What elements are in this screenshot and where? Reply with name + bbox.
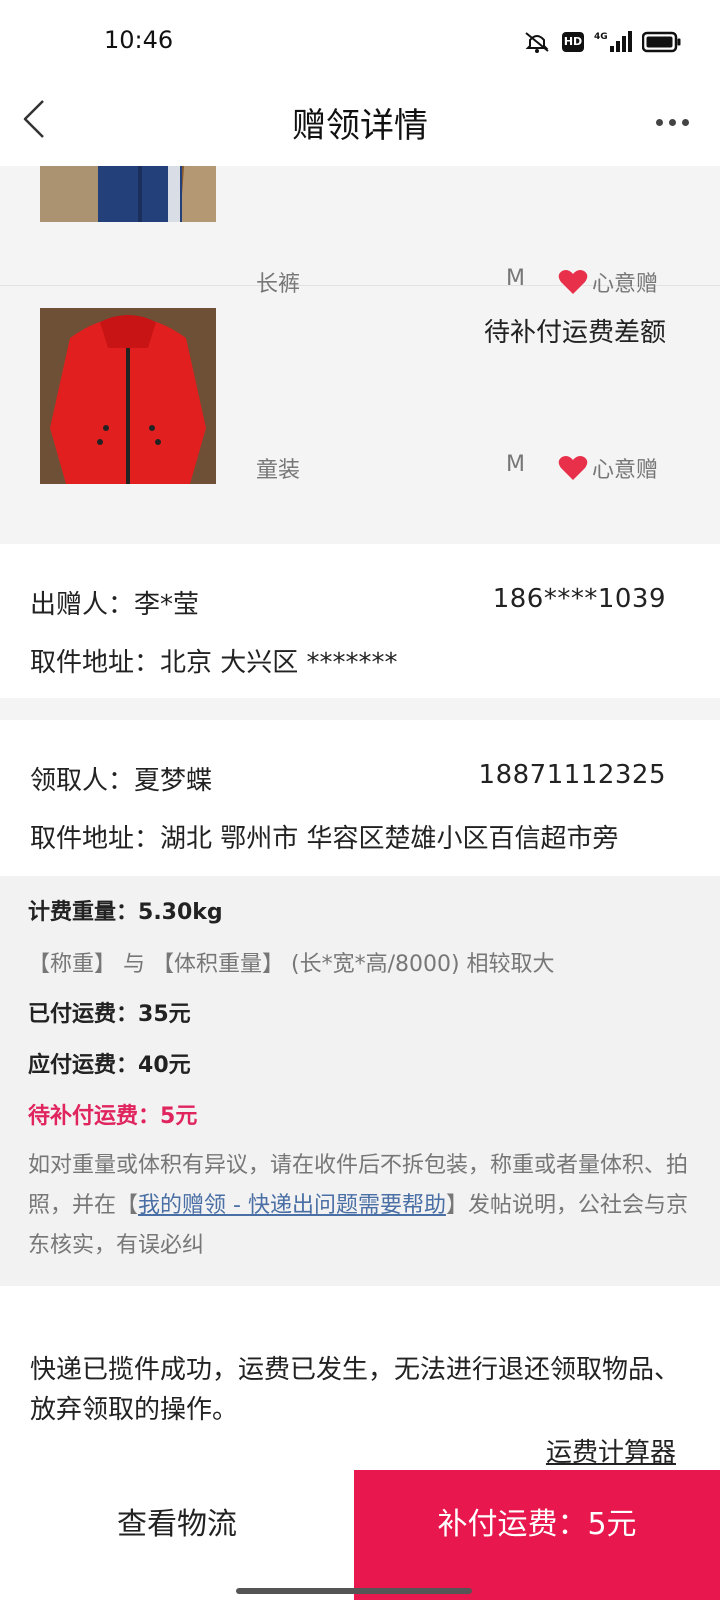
battery-icon bbox=[642, 31, 682, 53]
item-size: M bbox=[506, 452, 525, 477]
freight-calculator-link[interactable]: 运费计算器 bbox=[546, 1432, 676, 1469]
due-freight-label: 应付运费： bbox=[28, 1053, 139, 1078]
status-icons: HD 4G bbox=[522, 30, 682, 54]
giver-info: 出赠人：李*莹 186****1039 取件地址：北京 大兴区 ******* bbox=[0, 544, 720, 698]
item-tag-label: 心意赠 bbox=[592, 272, 659, 297]
red-jacket-photo bbox=[40, 308, 216, 484]
item-name: 长裤 bbox=[256, 272, 301, 297]
section-divider bbox=[0, 698, 720, 720]
item-size: M bbox=[506, 266, 525, 291]
weight-rule-note: 【称重】 与 【体积重量】 (长*宽*高/8000) 相较取大 bbox=[28, 952, 555, 977]
status-time: 10:46 bbox=[104, 26, 174, 54]
dispute-help-link[interactable]: 我的赠领 - 快递出问题需要帮助 bbox=[138, 1193, 446, 1218]
receiver-phone[interactable]: 18871112325 bbox=[479, 760, 666, 790]
view-logistics-button[interactable]: 查看物流 bbox=[0, 1470, 354, 1600]
freight-details: 计费重量：5.30kg 【称重】 与 【体积重量】 (长*宽*高/8000) 相… bbox=[0, 876, 720, 1286]
paid-freight-label: 已付运费： bbox=[28, 1002, 139, 1027]
gift-item-list: 长裤 M 心意赠 待补付运费差额 童装 M 心意赠 bbox=[0, 166, 720, 544]
item-status: 待补付运费差额 bbox=[483, 318, 666, 348]
list-item[interactable]: 长裤 M 心意赠 bbox=[0, 166, 720, 297]
hd-icon: HD bbox=[562, 32, 584, 52]
due-freight-value: 40元 bbox=[138, 1053, 191, 1078]
heart-icon bbox=[558, 456, 588, 480]
item-tag: 心意赠 bbox=[558, 452, 658, 484]
receiver-name-row: 领取人：夏梦蝶 bbox=[30, 760, 212, 797]
billing-weight-row: 计费重量：5.30kg bbox=[28, 894, 223, 926]
giver-label: 出赠人： bbox=[30, 590, 135, 620]
giver-name-row: 出赠人：李*莹 bbox=[30, 584, 199, 621]
signal-4g-icon: 4G bbox=[594, 30, 632, 54]
pending-freight-row: 待补付运费：5元 bbox=[28, 1098, 197, 1130]
svg-text:4G: 4G bbox=[594, 32, 608, 42]
shipment-notice: 快递已揽件成功，运费已发生，无法进行退还领取物品、放弃领取的操作。 运费计算器 bbox=[0, 1286, 720, 1470]
receiver-name: 夏梦蝶 bbox=[134, 766, 213, 796]
blue-pants-photo bbox=[40, 166, 216, 222]
item-tag-label: 心意赠 bbox=[592, 458, 659, 483]
bottom-action-bar: 查看物流 补付运费：5元 bbox=[0, 1470, 720, 1600]
giver-name: 李*莹 bbox=[134, 590, 200, 620]
more-dots-icon[interactable] bbox=[648, 102, 696, 142]
receiver-address-label: 取件地址： bbox=[30, 824, 161, 854]
paid-freight-value: 35元 bbox=[138, 1002, 191, 1027]
dispute-note: 如对重量或体积有异议，请在收件后不拆包装，称重或者量体积、拍照，并在【我的赠领 … bbox=[28, 1146, 688, 1266]
receiver-label: 领取人： bbox=[30, 766, 135, 796]
pending-freight-value: 5元 bbox=[160, 1104, 198, 1129]
paid-freight-row: 已付运费：35元 bbox=[28, 996, 191, 1028]
receiver-info: 领取人：夏梦蝶 18871112325 取件地址：湖北 鄂州市 华容区楚雄小区百… bbox=[0, 720, 720, 876]
list-item[interactable]: 待补付运费差额 童装 M 心意赠 bbox=[0, 308, 720, 544]
pay-freight-button[interactable]: 补付运费：5元 bbox=[354, 1470, 720, 1600]
giver-address: 北京 大兴区 ******* bbox=[160, 648, 398, 678]
item-name: 童装 bbox=[256, 458, 301, 483]
giver-address-row: 取件地址：北京 大兴区 ******* bbox=[30, 642, 398, 679]
billing-weight-value: 5.30kg bbox=[138, 900, 223, 925]
giver-phone[interactable]: 186****1039 bbox=[493, 584, 666, 614]
receiver-address: 湖北 鄂州市 华容区楚雄小区百信超市旁 bbox=[160, 824, 619, 854]
due-freight-row: 应付运费：40元 bbox=[28, 1047, 191, 1079]
notice-text: 快递已揽件成功，运费已发生，无法进行退还领取物品、放弃领取的操作。 bbox=[30, 1355, 681, 1425]
billing-weight-label: 计费重量： bbox=[28, 900, 139, 925]
heart-icon bbox=[558, 270, 588, 294]
receiver-address-row: 取件地址：湖北 鄂州市 华容区楚雄小区百信超市旁 bbox=[30, 818, 619, 855]
pending-freight-label: 待补付运费： bbox=[28, 1104, 161, 1129]
nav-bar: 赠领详情 bbox=[0, 80, 720, 166]
home-indicator[interactable] bbox=[236, 1588, 472, 1594]
item-tag: 心意赠 bbox=[558, 266, 658, 298]
mute-icon bbox=[522, 30, 552, 54]
status-bar: 10:46 HD 4G bbox=[0, 0, 720, 80]
giver-address-label: 取件地址： bbox=[30, 648, 161, 678]
page-title: 赠领详情 bbox=[292, 106, 428, 146]
